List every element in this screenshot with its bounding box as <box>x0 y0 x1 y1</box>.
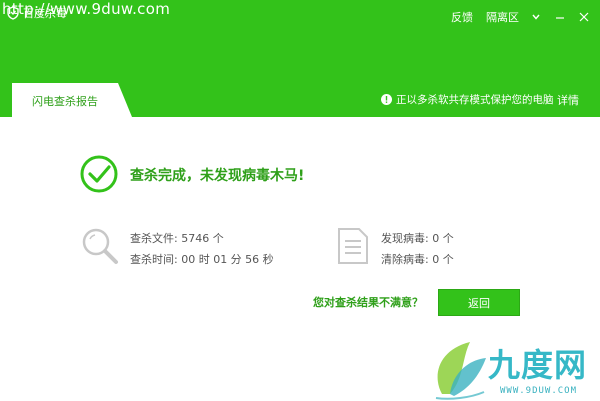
brand-logo-text: 九度网 <box>488 347 588 383</box>
minimize-icon <box>556 17 564 19</box>
info-icon <box>381 94 392 105</box>
viruses-found: 发现病毒: 0 个 <box>381 232 454 245</box>
protection-note-text: 正以多杀软共存模式保护您的电脑 <box>396 94 554 106</box>
dissatisfied-link[interactable]: 您对查杀结果不满意？ <box>313 294 423 310</box>
brand-url: WWW.9DUW.COM <box>500 386 578 396</box>
viruses-cleaned: 清除病毒: 0 个 <box>381 253 454 266</box>
back-button[interactable]: 返回 <box>438 289 520 316</box>
top-links: 反馈 隔离区 <box>0 9 600 25</box>
menu-button[interactable] <box>528 9 544 25</box>
close-icon <box>579 12 589 22</box>
minimize-button[interactable] <box>552 9 568 25</box>
details-link[interactable]: 详情 <box>557 92 579 108</box>
magnifier-icon <box>82 228 118 264</box>
close-button[interactable] <box>576 9 592 25</box>
feedback-link[interactable]: 反馈 <box>451 9 473 25</box>
check-circle-icon <box>80 155 118 193</box>
tab-label: 闪电查杀报告 <box>32 95 98 108</box>
chevron-down-icon <box>532 14 540 20</box>
files-scanned: 查杀文件: 5746 个 <box>130 232 224 245</box>
scan-time: 查杀时间: 00 时 01 分 56 秒 <box>130 253 274 266</box>
result-title: 查杀完成，未发现病毒木马! <box>130 168 305 184</box>
document-icon <box>338 228 368 264</box>
quarantine-link[interactable]: 隔离区 <box>486 9 519 25</box>
protection-note: 正以多杀软共存模式保护您的电脑 <box>381 92 554 107</box>
